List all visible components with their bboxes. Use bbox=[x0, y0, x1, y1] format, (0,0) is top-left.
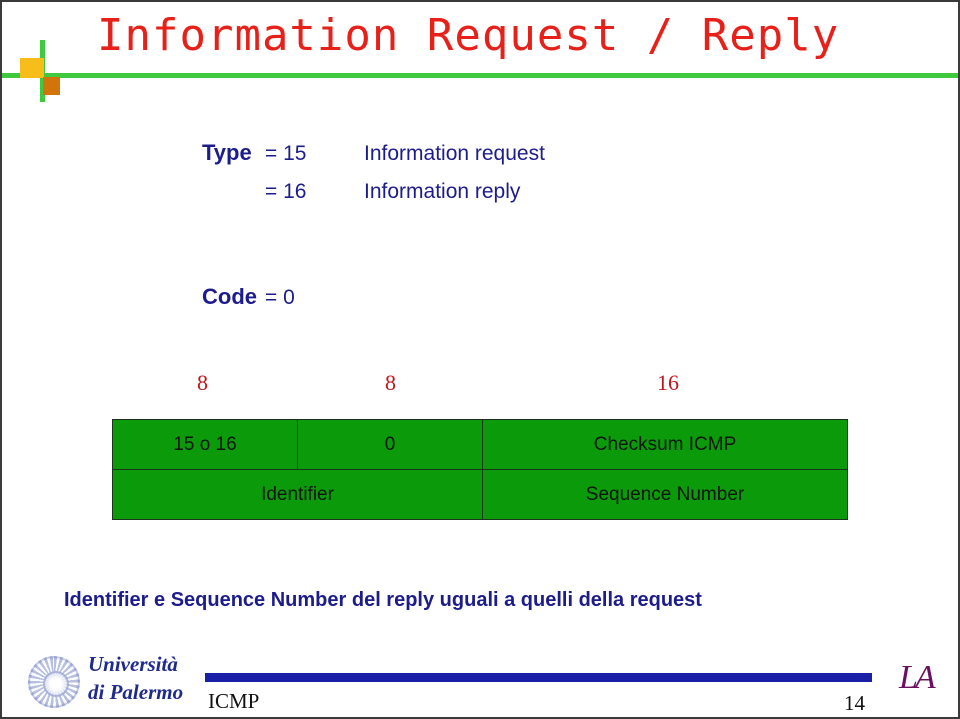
university-seal-icon bbox=[28, 656, 80, 708]
packet-cell-type: 15 o 16 bbox=[112, 419, 298, 470]
footer-bar bbox=[205, 673, 872, 682]
code-label: Code bbox=[202, 284, 257, 309]
packet-cell-checksum: Checksum ICMP bbox=[482, 419, 848, 470]
la-brand-logo: LA bbox=[899, 659, 936, 696]
bit-width-label-1: 8 bbox=[197, 370, 208, 395]
university-name-line1: Università bbox=[88, 652, 178, 676]
packet-cell-sequence-number: Sequence Number bbox=[482, 469, 848, 520]
note-text: Identifier e Sequence Number del reply u… bbox=[64, 589, 702, 611]
university-name: Università di Palermo bbox=[88, 651, 183, 706]
packet-cell-identifier: Identifier bbox=[112, 469, 483, 520]
footer-topic-label: ICMP bbox=[208, 689, 260, 713]
type-value-request: = 15 bbox=[265, 142, 307, 165]
bit-width-label-2: 8 bbox=[385, 370, 396, 395]
page-title: Information Request / Reply bbox=[97, 10, 840, 61]
slide-canvas: Information Request / Reply Type = 15 In… bbox=[0, 0, 960, 719]
bit-width-label-3: 16 bbox=[657, 370, 679, 395]
packet-format-table: 15 o 16 0 Checksum ICMP Identifier Seque… bbox=[112, 419, 848, 520]
code-value: = 0 bbox=[265, 286, 295, 309]
type-meaning-request: Information request bbox=[364, 142, 545, 165]
table-row: 15 o 16 0 Checksum ICMP bbox=[112, 419, 848, 470]
slide-number: 14 bbox=[844, 691, 865, 715]
packet-cell-code: 0 bbox=[297, 419, 483, 470]
header-horizontal-rule bbox=[2, 73, 958, 78]
type-value-reply: = 16 bbox=[265, 180, 307, 203]
table-row: Identifier Sequence Number bbox=[112, 469, 848, 520]
type-label: Type bbox=[202, 140, 252, 165]
university-name-line2: di Palermo bbox=[88, 679, 184, 704]
decor-yellow-square bbox=[20, 58, 44, 78]
type-meaning-reply: Information reply bbox=[364, 180, 521, 203]
decor-orange-square bbox=[43, 77, 60, 95]
